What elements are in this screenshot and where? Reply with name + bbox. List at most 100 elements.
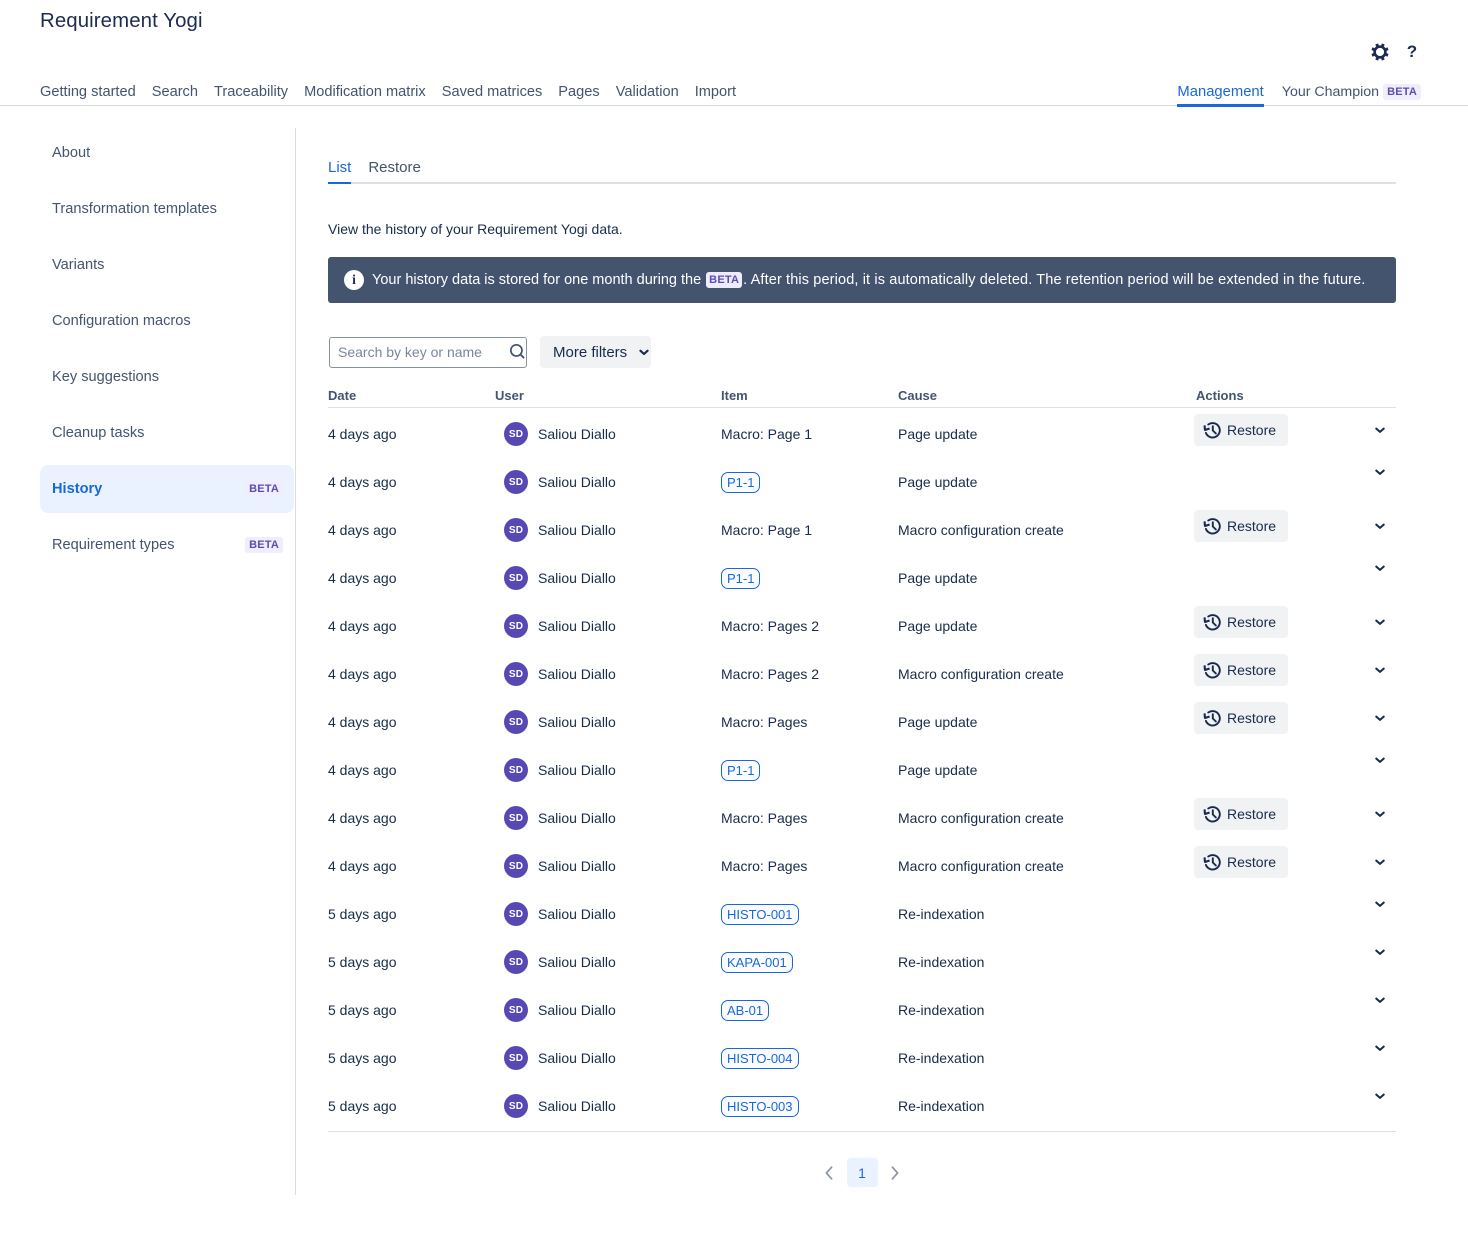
restore-button[interactable]: Restore xyxy=(1194,414,1288,446)
restore-button[interactable]: Restore xyxy=(1194,798,1288,830)
tab-restore[interactable]: Restore xyxy=(368,160,421,184)
requirement-key-link[interactable]: P1-1 xyxy=(721,472,760,493)
help-button[interactable]: ? xyxy=(1400,40,1424,64)
chevron-down-icon xyxy=(1375,619,1385,626)
sidebar-item-about[interactable]: About xyxy=(40,129,294,177)
expand-row-button[interactable] xyxy=(1370,1039,1390,1059)
nav-item-search[interactable]: Search xyxy=(152,79,198,105)
table-row: 4 days ago SD Saliou Diallo Macro: Pages… xyxy=(328,842,1396,890)
previous-page-button[interactable] xyxy=(824,1161,834,1185)
requirement-key-link[interactable]: KAPA-001 xyxy=(721,952,793,973)
expand-row-button[interactable] xyxy=(1370,805,1390,825)
nav-item-pages[interactable]: Pages xyxy=(558,79,599,105)
cell-user: SD Saliou Diallo xyxy=(495,710,721,734)
expand-row-button[interactable] xyxy=(1370,421,1390,441)
table-body: 4 days ago SD Saliou Diallo Macro: Page … xyxy=(328,408,1396,1131)
expand-row-button[interactable] xyxy=(1370,661,1390,681)
expand-row-button[interactable] xyxy=(1370,895,1390,915)
page-title: Requirement Yogi xyxy=(40,10,203,33)
user-name: Saliou Diallo xyxy=(538,906,616,922)
restore-icon xyxy=(1203,517,1221,535)
sidebar-item-requirement-types[interactable]: Requirement types BETA xyxy=(40,521,294,569)
requirement-key-link[interactable]: HISTO-001 xyxy=(721,904,799,925)
requirement-key-link[interactable]: AB-01 xyxy=(721,1000,769,1021)
expand-row-button[interactable] xyxy=(1370,991,1390,1011)
expand-row-button[interactable] xyxy=(1370,1087,1390,1107)
user-avatar: SD xyxy=(504,566,528,590)
more-filters-label: More filters xyxy=(553,344,627,361)
chevron-down-icon xyxy=(1375,997,1385,1004)
chevron-down-icon xyxy=(1375,1045,1385,1052)
sidebar-item-cleanup-tasks[interactable]: Cleanup tasks xyxy=(40,409,294,457)
nav-item-traceability[interactable]: Traceability xyxy=(214,79,288,105)
cell-expand xyxy=(1370,904,1396,924)
restore-label: Restore xyxy=(1227,710,1276,726)
search-input[interactable] xyxy=(329,337,527,368)
chevron-down-icon xyxy=(1375,667,1385,674)
cell-date: 4 days ago xyxy=(328,810,495,826)
cell-item: P1-1 xyxy=(721,760,898,781)
settings-button[interactable] xyxy=(1368,40,1392,64)
sidebar-item-transformation-templates[interactable]: Transformation templates xyxy=(40,185,294,233)
nav-item-getting-started[interactable]: Getting started xyxy=(40,79,136,105)
requirement-key-link[interactable]: P1-1 xyxy=(721,568,760,589)
expand-row-button[interactable] xyxy=(1370,559,1390,579)
cell-date: 4 days ago xyxy=(328,426,495,442)
restore-button[interactable]: Restore xyxy=(1194,510,1288,542)
cell-cause: Page update xyxy=(898,714,1196,730)
cell-item: KAPA-001 xyxy=(721,952,898,973)
expand-row-button[interactable] xyxy=(1370,751,1390,771)
requirement-key-link[interactable]: HISTO-004 xyxy=(721,1048,799,1069)
expand-row-button[interactable] xyxy=(1370,517,1390,537)
expand-row-button[interactable] xyxy=(1370,709,1390,729)
expand-row-button[interactable] xyxy=(1370,463,1390,483)
cell-cause: Page update xyxy=(898,762,1196,778)
chevron-left-icon xyxy=(825,1166,833,1180)
nav-item-import[interactable]: Import xyxy=(695,79,736,105)
expand-row-button[interactable] xyxy=(1370,613,1390,633)
sidebar-divider xyxy=(295,128,296,1195)
cell-user: SD Saliou Diallo xyxy=(495,854,721,878)
page-1-button[interactable]: 1 xyxy=(847,1158,878,1187)
restore-label: Restore xyxy=(1227,806,1276,822)
champion-beta-badge: BETA xyxy=(1383,84,1421,100)
restore-button[interactable]: Restore xyxy=(1194,606,1288,638)
restore-button[interactable]: Restore xyxy=(1194,702,1288,734)
restore-button[interactable]: Restore xyxy=(1194,654,1288,686)
cell-cause: Macro configuration create xyxy=(898,666,1196,682)
history-table: DateUserItemCauseActions 4 days ago SD S… xyxy=(328,383,1396,1132)
nav-item-management[interactable]: Management xyxy=(1177,79,1263,105)
requirement-key-link[interactable]: P1-1 xyxy=(721,760,760,781)
user-name: Saliou Diallo xyxy=(538,1098,616,1114)
sidebar-item-configuration-macros[interactable]: Configuration macros xyxy=(40,297,294,345)
sidebar-item-key-suggestions[interactable]: Key suggestions xyxy=(40,353,294,401)
cell-expand xyxy=(1370,952,1396,972)
restore-label: Restore xyxy=(1227,662,1276,678)
expand-row-button[interactable] xyxy=(1370,943,1390,963)
main-content: ListRestore View the history of your Req… xyxy=(328,160,1396,1187)
nav-item-modification-matrix[interactable]: Modification matrix xyxy=(304,79,426,105)
cell-cause: Page update xyxy=(898,618,1196,634)
sidebar-item-history[interactable]: History BETA xyxy=(40,465,294,513)
sidebar-item-variants[interactable]: Variants xyxy=(40,241,294,289)
more-filters-button[interactable]: More filters xyxy=(540,336,651,368)
nav-item-your-champion[interactable]: Your Champion BETA xyxy=(1282,79,1421,105)
cell-user: SD Saliou Diallo xyxy=(495,806,721,830)
requirement-key-link[interactable]: HISTO-003 xyxy=(721,1096,799,1117)
tab-list[interactable]: List xyxy=(328,160,351,184)
restore-label: Restore xyxy=(1227,854,1276,870)
chevron-down-icon xyxy=(1375,901,1385,908)
user-name: Saliou Diallo xyxy=(538,426,616,442)
sidebar-item-label: Configuration macros xyxy=(52,313,191,329)
cell-date: 4 days ago xyxy=(328,666,495,682)
cell-expand xyxy=(1370,808,1396,828)
restore-button[interactable]: Restore xyxy=(1194,846,1288,878)
nav-item-validation[interactable]: Validation xyxy=(616,79,679,105)
cell-cause: Macro configuration create xyxy=(898,858,1196,874)
cell-actions: Restore xyxy=(1196,418,1370,450)
cell-item: HISTO-004 xyxy=(721,1048,898,1069)
expand-row-button[interactable] xyxy=(1370,853,1390,873)
nav-item-saved-matrices[interactable]: Saved matrices xyxy=(442,79,543,105)
user-avatar: SD xyxy=(504,1046,528,1070)
next-page-button[interactable] xyxy=(890,1161,900,1185)
